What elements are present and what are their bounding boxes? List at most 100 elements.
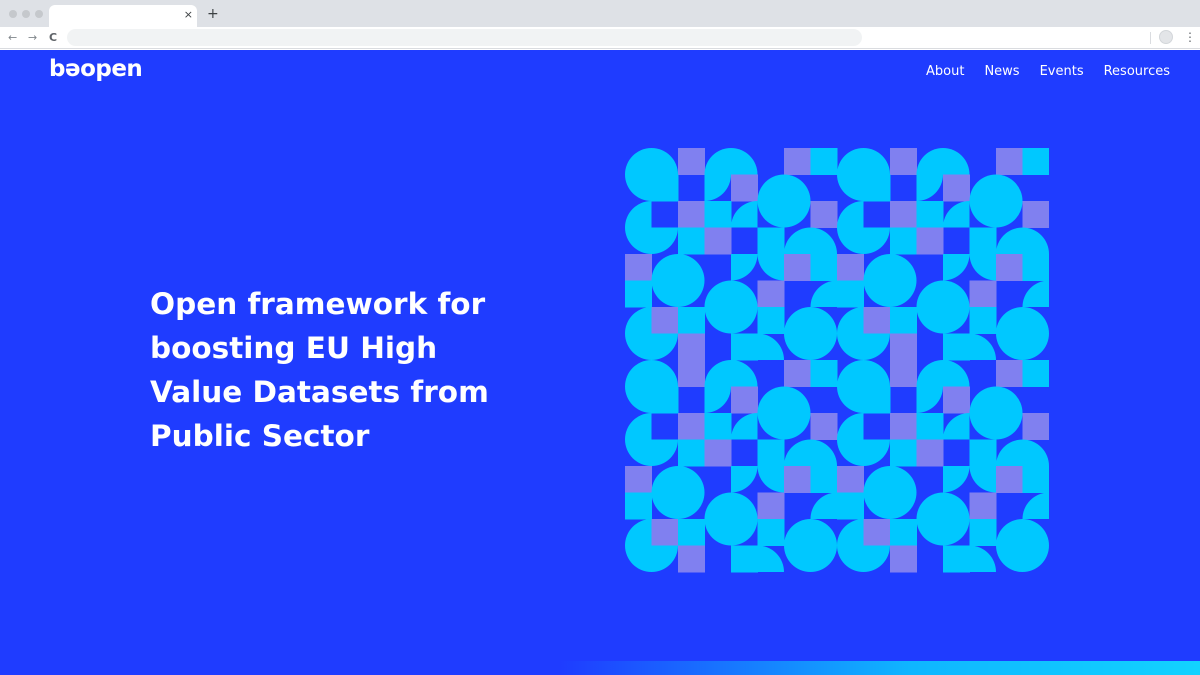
site-logo[interactable]: bəopen xyxy=(49,56,143,82)
pattern-quarter-circle xyxy=(784,307,811,334)
pattern-square xyxy=(757,280,785,308)
pattern-quarter-circle xyxy=(731,466,758,493)
pattern-square xyxy=(731,386,758,414)
pattern-quarter-circle xyxy=(890,254,917,281)
pattern-square xyxy=(810,148,838,175)
pattern-quarter-circle xyxy=(837,545,864,572)
pattern-quarter-circle xyxy=(969,254,996,281)
pattern-quarter-circle xyxy=(651,148,678,175)
browser-tab[interactable]: × xyxy=(49,5,197,27)
pattern-quarter-circle xyxy=(810,439,837,466)
window-minimize-dot[interactable] xyxy=(22,10,30,18)
pattern-square xyxy=(890,545,917,573)
pattern-quarter-circle xyxy=(1022,439,1049,466)
pattern-square xyxy=(1022,254,1049,281)
pattern-quarter-circle xyxy=(704,280,731,307)
pattern-quarter-circle xyxy=(757,413,784,440)
pattern-quarter-circle xyxy=(651,545,678,572)
pattern-square xyxy=(969,519,997,546)
pattern-quarter-circle xyxy=(651,280,678,307)
geometric-pattern-graphic xyxy=(625,148,1049,573)
pattern-quarter-circle xyxy=(916,386,943,413)
window-close-dot[interactable] xyxy=(9,10,17,18)
pattern-quarter-circle xyxy=(704,174,731,201)
pattern-square xyxy=(757,307,785,334)
pattern-square xyxy=(943,333,970,361)
pattern-quarter-circle xyxy=(1022,545,1049,572)
forward-arrow-icon[interactable]: → xyxy=(28,31,37,44)
pattern-square xyxy=(1022,413,1049,440)
pattern-quarter-circle xyxy=(969,413,996,440)
pattern-square xyxy=(757,439,785,467)
pattern-quarter-circle xyxy=(784,333,811,360)
pattern-quarter-circle xyxy=(890,492,917,519)
pattern-square xyxy=(916,227,944,255)
nav-events[interactable]: Events xyxy=(1040,64,1084,79)
pattern-quarter-circle xyxy=(625,201,652,228)
window-maximize-dot[interactable] xyxy=(35,10,43,18)
pattern-quarter-circle xyxy=(969,201,996,228)
pattern-quarter-circle xyxy=(943,148,970,175)
pattern-quarter-circle xyxy=(996,545,1023,572)
pattern-quarter-circle xyxy=(890,466,917,493)
pattern-quarter-circle xyxy=(784,439,811,466)
profile-icon[interactable] xyxy=(1159,30,1173,44)
pattern-quarter-circle xyxy=(757,201,784,228)
pattern-square xyxy=(678,519,705,546)
pattern-quarter-circle xyxy=(837,439,864,466)
pattern-quarter-circle xyxy=(863,254,890,281)
pattern-quarter-circle xyxy=(651,492,678,519)
pattern-quarter-circle xyxy=(943,280,970,307)
pattern-square xyxy=(890,519,917,546)
pattern-square xyxy=(890,439,917,467)
pattern-quarter-circle xyxy=(943,201,970,228)
kebab-menu-icon[interactable]: ⋮ xyxy=(1184,30,1196,44)
pattern-quarter-circle xyxy=(757,466,784,493)
pattern-quarter-circle xyxy=(704,148,731,175)
pattern-quarter-circle xyxy=(625,227,652,254)
pattern-quarter-circle xyxy=(731,519,758,546)
nav-about[interactable]: About xyxy=(926,64,964,79)
address-bar[interactable] xyxy=(67,29,862,46)
pattern-quarter-circle xyxy=(757,545,784,572)
pattern-square xyxy=(678,148,705,175)
pattern-quarter-circle xyxy=(943,254,970,281)
pattern-quarter-circle xyxy=(625,386,652,413)
nav-resources[interactable]: Resources xyxy=(1104,64,1170,79)
pattern-quarter-circle xyxy=(837,307,864,334)
pattern-square xyxy=(863,386,891,414)
pattern-quarter-circle xyxy=(731,413,758,440)
pattern-quarter-circle xyxy=(943,413,970,440)
pattern-square xyxy=(890,227,917,255)
pattern-quarter-circle xyxy=(810,307,837,334)
nav-news[interactable]: News xyxy=(984,64,1019,79)
plus-icon[interactable]: + xyxy=(207,7,219,21)
main-nav: About News Events Resources xyxy=(926,64,1170,79)
pattern-quarter-circle xyxy=(863,492,890,519)
pattern-square xyxy=(704,201,732,228)
pattern-square xyxy=(757,227,785,255)
pattern-square xyxy=(651,519,679,546)
pattern-square xyxy=(678,333,705,361)
reload-icon[interactable]: C xyxy=(49,31,57,44)
pattern-quarter-circle xyxy=(731,307,758,334)
pattern-quarter-circle xyxy=(943,492,970,519)
pattern-quarter-circle xyxy=(757,254,784,281)
pattern-square xyxy=(757,492,785,520)
pattern-square xyxy=(784,254,811,281)
pattern-square xyxy=(651,174,679,202)
back-arrow-icon[interactable]: ← xyxy=(8,31,17,44)
close-icon[interactable]: × xyxy=(184,8,193,22)
pattern-quarter-circle xyxy=(810,492,837,519)
pattern-quarter-circle xyxy=(1022,307,1049,334)
pattern-quarter-circle xyxy=(837,148,864,175)
pattern-square xyxy=(678,413,705,440)
browser-toolbar: ← → C ⋮ xyxy=(0,27,1200,49)
toolbar-divider xyxy=(1150,32,1151,44)
pattern-quarter-circle xyxy=(1022,333,1049,360)
pattern-quarter-circle xyxy=(704,519,731,546)
pattern-square xyxy=(890,360,917,387)
pattern-square xyxy=(704,227,732,255)
pattern-quarter-circle xyxy=(863,333,890,360)
pattern-quarter-circle xyxy=(996,413,1023,440)
